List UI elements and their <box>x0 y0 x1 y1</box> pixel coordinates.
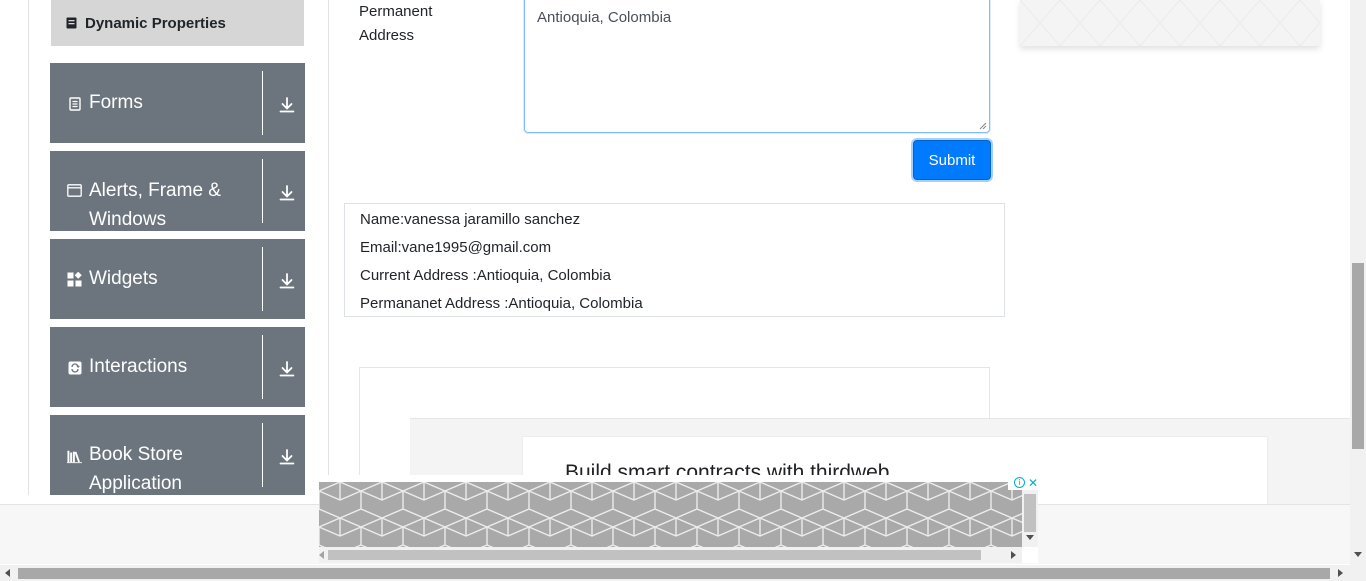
scroll-right-arrow-icon[interactable] <box>1338 569 1344 577</box>
download-arrow-icon[interactable] <box>278 96 296 114</box>
sidebar-item-dynamic-properties[interactable]: Dynamic Properties <box>51 0 304 46</box>
books-icon <box>67 449 82 464</box>
sidebar-item-label: Dynamic Properties <box>85 14 226 32</box>
output-name: Name:vanessa jaramillo sanchez <box>360 211 581 228</box>
scroll-thumb[interactable] <box>1024 494 1036 532</box>
ad-horizontal-scrollbar[interactable] <box>319 547 1022 563</box>
ad-vertical-scrollbar[interactable] <box>1022 490 1038 547</box>
sidebar-group-forms[interactable]: Forms <box>50 63 305 143</box>
sidebar-group-alerts-frame-windows[interactable]: Alerts, Frame & Windows <box>50 151 305 231</box>
divider <box>262 159 263 223</box>
pattern-graphic <box>1020 0 1320 46</box>
download-arrow-icon[interactable] <box>278 360 296 378</box>
cube-pattern-graphic <box>319 482 1022 547</box>
divider <box>262 335 263 399</box>
scroll-left-arrow-icon[interactable] <box>319 551 325 559</box>
output-permanent-address: Permananet Address :Antioquia, Colombia <box>360 295 643 312</box>
group-label: Forms <box>89 92 143 113</box>
permanent-address-textarea[interactable]: Antioquia, Colombia <box>524 0 990 133</box>
download-arrow-icon[interactable] <box>278 184 296 202</box>
page-vertical-scroll-thumb[interactable] <box>1352 263 1364 449</box>
divider <box>262 423 263 487</box>
divider <box>262 247 263 311</box>
interactions-icon <box>67 360 82 375</box>
label-line2: Address <box>359 27 415 44</box>
ad-card-right[interactable] <box>1020 0 1320 46</box>
divider <box>262 71 263 135</box>
scroll-down-arrow-icon[interactable] <box>1026 535 1034 541</box>
label-line1: Permanent <box>359 3 433 20</box>
document-icon <box>65 17 78 30</box>
sidebar-left-rule <box>28 0 29 495</box>
permanent-address-label: Permanent Address <box>359 0 469 48</box>
content-divider <box>328 0 329 504</box>
scroll-thumb[interactable] <box>328 550 981 560</box>
widgets-icon <box>67 272 82 287</box>
output-email: Email:vane1995@gmail.com <box>360 239 552 256</box>
group-label-line1: Alerts, Frame & <box>89 180 221 201</box>
download-arrow-icon[interactable] <box>278 448 296 466</box>
form-icon <box>67 96 82 111</box>
info-icon[interactable]: i <box>1013 477 1025 488</box>
group-label-line2: Windows <box>89 209 167 230</box>
ad-choices[interactable]: i ✕ <box>1008 475 1038 490</box>
close-icon[interactable]: ✕ <box>1028 477 1038 489</box>
page-horizontal-scroll-thumb[interactable] <box>18 568 1330 579</box>
output-current-address: Current Address :Antioquia, Colombia <box>360 267 611 284</box>
bottom-ad-frame[interactable]: i ✕ <box>319 475 1038 563</box>
group-label-line1: Book Store <box>89 444 183 465</box>
download-arrow-icon[interactable] <box>278 272 296 290</box>
sidebar-group-interactions[interactable]: Interactions <box>50 327 305 407</box>
sidebar-group-widgets[interactable]: Widgets <box>50 239 305 319</box>
scroll-right-arrow-icon[interactable] <box>1011 551 1017 559</box>
ad-pattern-image[interactable] <box>319 482 1022 547</box>
group-label: Widgets <box>89 268 158 289</box>
group-label-line2: Application <box>89 473 182 494</box>
submit-button[interactable]: Submit <box>913 140 991 180</box>
window-icon <box>67 183 82 198</box>
scroll-down-arrow-icon[interactable] <box>1354 552 1362 558</box>
scroll-left-arrow-icon[interactable] <box>5 569 11 577</box>
resize-grip-icon[interactable] <box>979 122 987 130</box>
group-label: Interactions <box>89 356 188 377</box>
textarea-value: Antioquia, Colombia <box>537 9 672 26</box>
sidebar-group-book-store-application[interactable]: Book Store Application <box>50 415 305 495</box>
info-label: i <box>1018 478 1021 487</box>
output-box: Name:vanessa jaramillo sanchez Email:van… <box>344 203 1005 317</box>
